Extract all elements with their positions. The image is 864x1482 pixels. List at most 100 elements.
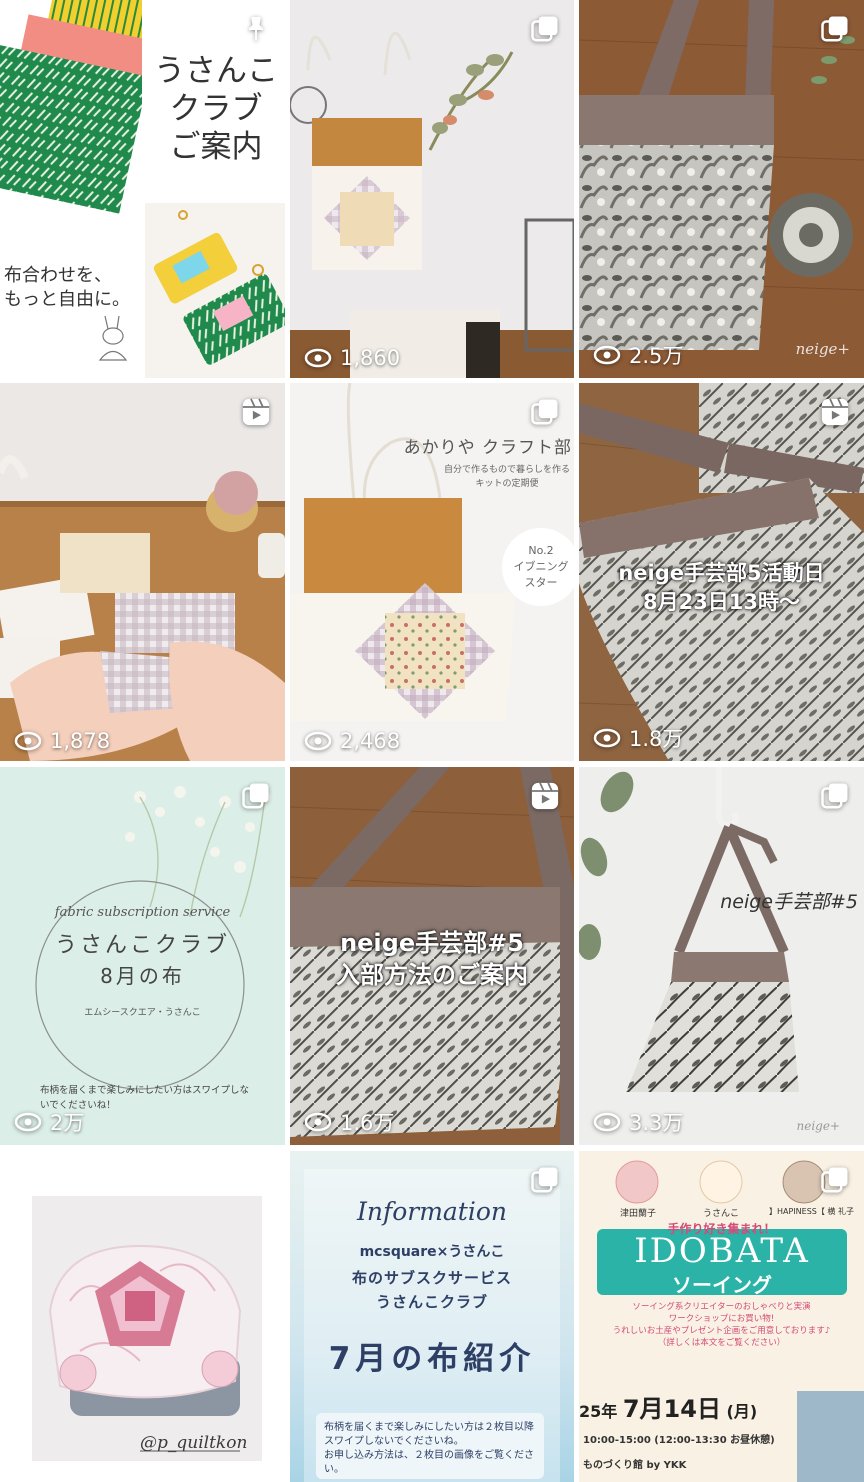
caption-line: neige手芸部5活動日 xyxy=(618,561,825,585)
carousel-icon xyxy=(241,781,271,811)
views-icon xyxy=(14,1112,42,1132)
script-heading: Information xyxy=(356,1197,508,1226)
carousel-icon xyxy=(820,1165,850,1195)
desc-line: うれしいお土産やプレゼント企画をご用意しております♪ xyxy=(612,1326,831,1336)
banner-en: IDOBATA xyxy=(634,1231,810,1271)
club-title: うさんこ クラブ ご案内 xyxy=(146,52,285,166)
view-count: 1.8万 xyxy=(593,723,683,753)
speaker-name-3: 】HAPINESS【 横 礼子 xyxy=(769,1207,854,1216)
reel-icon xyxy=(820,397,850,427)
speaker-name-1: 津田蘭子 xyxy=(619,1209,656,1219)
tagline-line: もっと自由に。 xyxy=(4,289,130,310)
title-line: ご案内 xyxy=(169,129,263,165)
post-tile-6[interactable]: fabric subscription service うさんこクラブ 8月の布… xyxy=(0,767,285,1145)
views-icon xyxy=(593,1112,621,1132)
desc-line: ソーイング系クリエイターのおしゃべりと実演 xyxy=(632,1302,811,1312)
event-description: ソーイング系クリエイターのおしゃべりと実演 ワークショップにお買い物! うれしい… xyxy=(579,1301,864,1349)
post-image xyxy=(579,0,864,378)
title-line: うさんこ xyxy=(154,53,278,89)
title-line: クラブ xyxy=(169,91,263,127)
photo-credit: @p_quiltkon xyxy=(140,1433,248,1453)
brand-label: mcsquare×うさんこ xyxy=(359,1244,505,1260)
watermark: neige+ xyxy=(795,340,850,358)
month-label: 8月の布 xyxy=(100,964,185,988)
carousel-icon xyxy=(820,781,850,811)
post-tile-10[interactable]: Information mcsquare×うさんこ 布のサブスクサービス うさん… xyxy=(290,1151,574,1482)
post-tile-9[interactable]: @p_quiltkon xyxy=(0,1151,285,1482)
views-icon xyxy=(304,1112,332,1132)
desc-line: ワークショップにお買い物! xyxy=(668,1314,775,1324)
view-count-label: 1.8万 xyxy=(629,727,684,751)
post-tile-1[interactable]: 1,860 xyxy=(290,0,574,378)
post-tile-0[interactable]: うさんこ クラブ ご案内 布合わせを、 もっと自由に。 xyxy=(0,0,285,378)
post-image xyxy=(579,767,864,1145)
kit-subheader-line: 自分で作るもので暮らしを作る xyxy=(443,465,570,475)
view-count: 2.5万 xyxy=(593,340,683,370)
kit-header: あかりや クラフト部 xyxy=(403,438,572,458)
banner-jp: ソーイング xyxy=(672,1273,772,1297)
desc-line: （詳しくは本文をご覧ください） xyxy=(657,1338,786,1348)
view-count-label: 2.5万 xyxy=(629,344,684,368)
date-year: 25年 xyxy=(579,1402,618,1421)
carousel-icon xyxy=(820,14,850,44)
view-count: 1,860 xyxy=(304,346,400,370)
speaker-name-2: うさんこ xyxy=(702,1209,739,1219)
view-count-label: 2万 xyxy=(50,1111,85,1135)
caption-line: 8月23日13時〜 xyxy=(642,590,801,614)
view-count: 1.6万 xyxy=(304,1107,394,1137)
post-grid: うさんこ クラブ ご案内 布合わせを、 もっと自由に。 1,860 neige+… xyxy=(0,0,864,1482)
view-count-label: 2,468 xyxy=(340,729,401,753)
info-notes: 布柄を届くまで楽しみにしたい方は２枚目以降スワイプしないでくださいね。 お申し込… xyxy=(324,1421,538,1477)
kit-subheader-line: キットの定期便 xyxy=(475,479,539,489)
view-count: 2,468 xyxy=(304,729,400,753)
pin-icon xyxy=(241,14,271,44)
tagline-line: 布合わせを、 xyxy=(4,265,112,286)
view-count-label: 1,860 xyxy=(340,346,401,370)
view-count: 2万 xyxy=(14,1107,84,1137)
club-line: うさんこクラブ xyxy=(375,1293,488,1311)
reel-caption: neige手芸部#5 入部方法のご案内 xyxy=(290,927,574,991)
post-tile-3[interactable]: 1,878 xyxy=(0,383,285,761)
info-note: 布柄を届くまで楽しみにしたい方は２枚目以降スワイプしないでくださいね。 xyxy=(324,1422,534,1447)
headline: 7月の布紹介 xyxy=(328,1341,536,1377)
carousel-icon xyxy=(530,14,560,44)
date-weekday: (月) xyxy=(726,1402,758,1421)
service-line: 布のサブスクサービス xyxy=(351,1269,512,1287)
post-tile-4[interactable]: あかりや クラフト部 自分で作るもので暮らしを作る キットの定期便 No.2 イ… xyxy=(290,383,574,761)
post-tile-11[interactable]: 津田蘭子 うさんこ 】HAPINESS【 横 礼子 手作り好き集まれ！ IDOB… xyxy=(579,1151,864,1482)
view-count: 1,878 xyxy=(14,729,110,753)
views-icon xyxy=(304,731,332,751)
post-tile-8[interactable]: neige手芸部#5 neige+ 3.3万 xyxy=(579,767,864,1145)
kit-badge: No.2 イブニング スター xyxy=(502,528,574,606)
kit-number: No.2 xyxy=(528,544,554,557)
post-tile-7[interactable]: neige手芸部#5 入部方法のご案内 1.6万 xyxy=(290,767,574,1145)
view-count-label: 1.6万 xyxy=(340,1111,395,1135)
tagline: 布合わせを、 もっと自由に。 xyxy=(4,264,130,312)
club-name: うさんこクラブ xyxy=(54,933,230,958)
views-icon xyxy=(304,348,332,368)
script-heading: fabric subscription service xyxy=(54,905,231,920)
carousel-icon xyxy=(530,1165,560,1195)
post-tile-2[interactable]: neige+ 2.5万 xyxy=(579,0,864,378)
post-tile-5[interactable]: neige手芸部5活動日 8月23日13時〜 1.8万 xyxy=(579,383,864,761)
kit-name: イブニング xyxy=(513,560,569,573)
view-count-label: 1,878 xyxy=(50,729,111,753)
watermark: neige+ xyxy=(796,1119,840,1133)
event-time: 10:00-15:00 (12:00-13:30 お昼休憩) xyxy=(583,1435,775,1446)
event-venue: ものづくり館 by YKK xyxy=(583,1460,687,1471)
reel-icon xyxy=(530,781,560,811)
post-image xyxy=(290,0,574,378)
reel-caption: neige手芸部5活動日 8月23日13時〜 xyxy=(579,559,864,617)
caption-line: 入部方法のご案内 xyxy=(336,961,528,989)
views-icon xyxy=(14,731,42,751)
caption-line: neige手芸部#5 xyxy=(340,929,524,957)
event-date: 25年 7月14日 (月) xyxy=(579,1389,757,1424)
date-month-day: 7月14日 xyxy=(622,1395,721,1423)
brand-label: エムシースクエア・うさんこ xyxy=(84,1008,201,1018)
info-note: お申し込み方法は、２枚目の画像をご覧ください。 xyxy=(324,1450,534,1475)
post-image xyxy=(0,383,285,761)
carousel-icon xyxy=(530,397,560,427)
kit-name: スター xyxy=(524,576,558,589)
kit-subheader: 自分で作るもので暮らしを作る キットの定期便 xyxy=(442,463,572,491)
view-count: 3.3万 xyxy=(593,1107,683,1137)
